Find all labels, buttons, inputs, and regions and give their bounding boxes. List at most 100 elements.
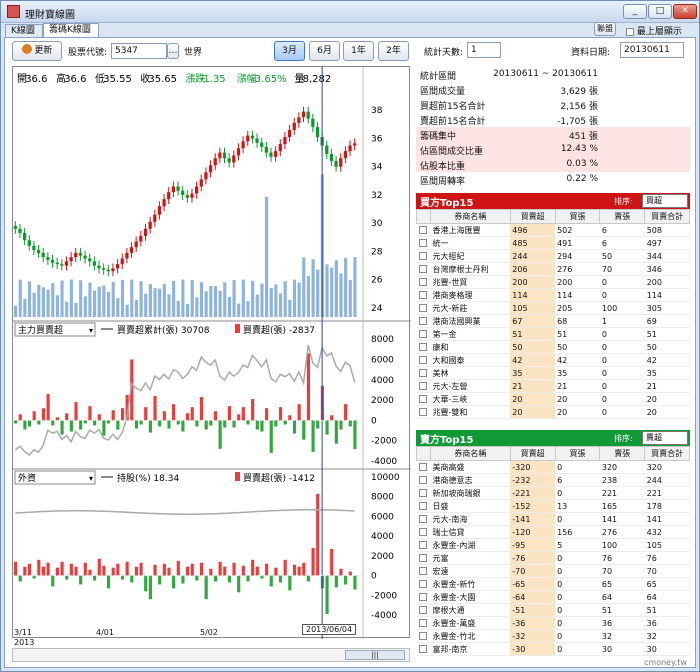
row-checkbox[interactable] [418, 330, 427, 338]
maximize-button[interactable]: □ [648, 4, 672, 19]
row-checkbox[interactable] [418, 265, 427, 273]
table-cell: 320 [599, 460, 645, 474]
table-row[interactable]: 永豐金-萬盛 -36 0 36 36 [416, 616, 690, 630]
always-on-top-option[interactable]: 最上層顯示 [626, 24, 682, 37]
stock-code-input[interactable]: 5347 [111, 43, 167, 59]
row-checkbox[interactable] [418, 369, 427, 377]
table-row[interactable]: 富邦-南京 -30 0 30 30 [416, 642, 690, 656]
table-row[interactable]: 元富 -76 0 76 76 [416, 551, 690, 565]
table-row[interactable]: 美商高盛 -320 0 320 320 [416, 460, 690, 474]
table-row[interactable]: 兆豐-雙和 20 20 0 20 [416, 405, 690, 419]
table-row[interactable]: 港商麥格理 114 114 0 114 [416, 288, 690, 302]
row-checkbox[interactable] [418, 645, 427, 653]
chart-area[interactable]: 開 36.6 高 36.6 低 35.55 收 35.65 漲跌 -1.35 漲幅 -3.65% 量 8,… [12, 66, 411, 639]
row-checkbox[interactable] [418, 632, 427, 640]
table-row[interactable]: 永豐金-大園 -64 0 64 64 [416, 590, 690, 604]
scroll-thumb[interactable]: ||| [345, 650, 405, 660]
table-row[interactable]: 台灣摩根士丹利 206 276 70 346 [416, 262, 690, 276]
row-checkbox[interactable] [418, 304, 427, 312]
row-checkbox[interactable] [418, 317, 427, 325]
table-row[interactable]: 統一 485 491 6 497 [416, 236, 690, 250]
table-row[interactable]: 兆豐-世貿 200 200 0 200 [416, 275, 690, 289]
row-checkbox[interactable] [418, 593, 427, 601]
range-button-3[interactable]: 2年 [378, 41, 409, 61]
row-checkbox[interactable] [418, 554, 427, 562]
days-select[interactable]: 1 [467, 42, 501, 58]
alliance-link[interactable]: 聯盟 [594, 22, 616, 36]
row-checkbox[interactable] [418, 356, 427, 364]
row-checkbox[interactable] [418, 226, 427, 234]
table-row[interactable]: 瑞士信貸 -120 156 276 432 [416, 525, 690, 539]
row-checkbox[interactable] [418, 619, 427, 627]
row-checkbox[interactable] [418, 382, 427, 390]
close-button[interactable]: ✕ [673, 4, 697, 19]
stats-row: 區間周轉率 0.22 % [416, 172, 690, 187]
column-header[interactable]: 買賣合計 [644, 446, 690, 461]
range-button-1[interactable]: 6月 [309, 41, 340, 61]
volume-bar [51, 283, 55, 317]
table-row[interactable]: 永豐金-竹北 -32 0 32 32 [416, 629, 690, 643]
table-row[interactable]: 元大經紀 244 294 50 344 [416, 249, 690, 263]
stock-search-button[interactable]: … [167, 43, 179, 59]
volume-bar [111, 281, 115, 317]
volume-bar [237, 303, 241, 317]
table-row[interactable]: 元大-南海 -141 0 141 141 [416, 512, 690, 526]
table-row[interactable]: 元大-左營 21 21 0 21 [416, 379, 690, 393]
table-cell: 13 [555, 499, 600, 513]
column-header[interactable]: 買張 [554, 209, 601, 224]
table-row[interactable]: 新加坡商瑞銀 -221 0 221 221 [416, 486, 690, 500]
column-header[interactable]: 券商名稱 [429, 446, 511, 461]
row-checkbox[interactable] [418, 502, 427, 510]
row-checkbox[interactable] [418, 489, 427, 497]
row-checkbox[interactable] [418, 395, 427, 403]
kline-chart[interactable]: 開36.6 高36.6 低35.55 收35.65 漲跌-1.35 漲幅-3.65% 量8,… [13, 67, 411, 639]
column-header[interactable]: 買賣超 [509, 446, 556, 461]
row-checkbox[interactable] [418, 252, 427, 260]
table-row[interactable]: 美林 35 35 0 35 [416, 366, 690, 380]
table-row[interactable]: 康和 50 50 0 50 [416, 340, 690, 354]
tab-chips-kline[interactable]: 籌碼K線圖 [43, 23, 99, 38]
table-row[interactable]: 香港上海匯豐 496 502 6 508 [416, 223, 690, 237]
row-checkbox[interactable] [418, 580, 427, 588]
table-row[interactable]: 第一金 51 51 0 51 [416, 327, 690, 341]
column-header[interactable]: 賣張 [599, 209, 646, 224]
row-checkbox[interactable] [418, 278, 427, 286]
row-checkbox[interactable] [418, 567, 427, 575]
table-row[interactable]: 元大-新莊 105 205 100 305 [416, 301, 690, 315]
row-checkbox[interactable] [418, 239, 427, 247]
always-on-top-checkbox[interactable] [626, 27, 634, 36]
row-checkbox[interactable] [418, 528, 427, 536]
column-header[interactable]: 買張 [554, 446, 601, 461]
table-row[interactable]: 港商德意志 -232 6 238 244 [416, 473, 690, 487]
range-button-2[interactable]: 1年 [343, 41, 374, 61]
table-row[interactable]: 日盛 -152 13 165 178 [416, 499, 690, 513]
table-row[interactable]: 永豐金-內湖 -95 5 100 105 [416, 538, 690, 552]
panel3-bar [186, 566, 190, 576]
refresh-button[interactable]: 更新 [12, 41, 62, 61]
row-checkbox[interactable] [418, 343, 427, 351]
table-row[interactable]: 宏遠 -70 0 70 70 [416, 564, 690, 578]
buy-sort-select[interactable]: 買超 [642, 194, 688, 208]
table-row[interactable]: 永豐金-新竹 -65 0 65 65 [416, 577, 690, 591]
row-checkbox[interactable] [418, 463, 427, 471]
row-checkbox[interactable] [418, 291, 427, 299]
sell-sort-select[interactable]: 賣超 [642, 431, 688, 445]
column-header[interactable]: 買賣合計 [644, 209, 690, 224]
table-row[interactable]: 大和國泰 42 42 0 42 [416, 353, 690, 367]
row-checkbox[interactable] [418, 541, 427, 549]
tab-kline[interactable]: K線圖 [5, 24, 43, 38]
table-row[interactable]: 港商法國興業 67 68 1 69 [416, 314, 690, 328]
column-header[interactable]: 買賣超 [509, 209, 556, 224]
minimize-button[interactable]: _ [623, 4, 647, 19]
column-header[interactable]: 賣張 [599, 446, 646, 461]
row-checkbox[interactable] [418, 515, 427, 523]
row-checkbox[interactable] [418, 408, 427, 416]
row-checkbox[interactable] [418, 606, 427, 614]
table-row[interactable]: 大華-三峽 20 20 0 20 [416, 392, 690, 406]
range-button-0[interactable]: 3月 [274, 41, 305, 61]
horizontal-scrollbar[interactable]: ||| [12, 648, 410, 662]
table-row[interactable]: 摩根大通 -51 0 51 51 [416, 603, 690, 617]
date-input[interactable]: 20130611 [620, 42, 684, 58]
column-header[interactable]: 券商名稱 [429, 209, 511, 224]
row-checkbox[interactable] [418, 476, 427, 484]
